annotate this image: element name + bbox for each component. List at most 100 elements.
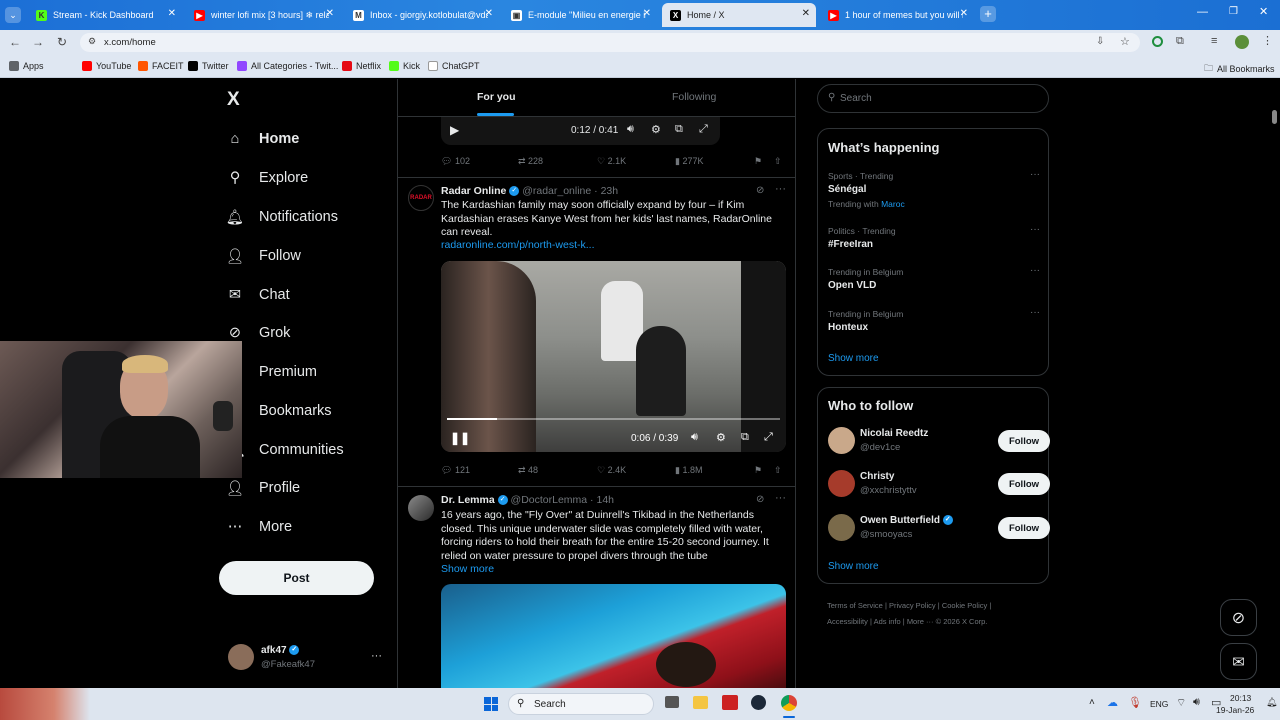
- close-tab-icon[interactable]: ✕: [802, 8, 810, 19]
- bookmark-item[interactable]: YouTube: [82, 61, 131, 71]
- bookmark-item[interactable]: FACEIT: [138, 61, 184, 71]
- volume-tray-icon[interactable]: 🔊︎: [1193, 696, 1200, 709]
- menu-icon[interactable]: ⋮: [1262, 34, 1273, 47]
- browser-tab[interactable]: X Home / X ✕: [662, 3, 816, 27]
- footer-ads[interactable]: Ads info: [874, 617, 901, 626]
- back-icon[interactable]: ←: [9, 35, 21, 49]
- puzzle-icon[interactable]: ⧉: [1176, 35, 1184, 48]
- trend-item[interactable]: Trending in Belgium Open VLD ···: [828, 265, 1040, 291]
- browser-tab[interactable]: ▣ E-module "Milieu en energie in ✕: [503, 3, 657, 27]
- bookmark-item[interactable]: Twitter: [188, 61, 229, 71]
- suggestion-name[interactable]: Nicolai Reedtz: [860, 428, 928, 439]
- repost-button[interactable]: ⇄ 48: [518, 465, 538, 476]
- grok-icon[interactable]: ⊘: [756, 185, 764, 196]
- chrome-icon[interactable]: [781, 695, 797, 711]
- tweet-avatar[interactable]: [408, 495, 434, 521]
- close-tab-icon[interactable]: ✕: [168, 8, 176, 19]
- address-bar[interactable]: ⚙ x.com/home ⇩ ☆: [80, 33, 1140, 52]
- tweet-handle-time[interactable]: @radar_online · 23h: [522, 185, 618, 197]
- tab-for-you[interactable]: For you: [477, 91, 516, 103]
- messages-float-button[interactable]: ✉: [1220, 643, 1257, 680]
- bookmark-item[interactable]: ChatGPT: [428, 61, 480, 71]
- show-more-link[interactable]: Show more: [828, 353, 879, 364]
- clock-date[interactable]: 19-Jan-26: [1216, 705, 1254, 715]
- suggestion-name[interactable]: Christy: [860, 471, 894, 482]
- close-tab-icon[interactable]: ✕: [643, 8, 651, 19]
- tweet-author[interactable]: Dr. Lemma: [441, 494, 495, 506]
- maximize-button[interactable]: ❐: [1229, 6, 1238, 17]
- minimize-button[interactable]: —: [1197, 6, 1208, 18]
- start-icon[interactable]: [484, 697, 498, 711]
- network-tray-icon[interactable]: ☁: [1107, 696, 1118, 709]
- tweet-more-icon[interactable]: ···: [775, 492, 786, 504]
- install-icon[interactable]: ⇩: [1096, 36, 1104, 47]
- tweet-video[interactable]: [441, 584, 786, 688]
- tray-chevron-icon[interactable]: ˄: [1089, 697, 1095, 708]
- suggestion-name[interactable]: Owen Butterfield: [860, 515, 940, 526]
- tab-search-button[interactable]: ⌄: [5, 7, 21, 23]
- trend-more-icon[interactable]: ···: [1030, 265, 1040, 276]
- reload-icon[interactable]: ↻: [57, 35, 67, 49]
- tweet-avatar[interactable]: RADAR: [408, 185, 434, 211]
- browser-tab[interactable]: M Inbox - giorgiy.kotlobulat@vda ✕: [345, 3, 499, 27]
- play-icon[interactable]: ▶: [450, 123, 459, 137]
- tweet[interactable]: RADAR Radar Online ✓ @radar_online · 23h…: [398, 178, 795, 488]
- account-more-icon[interactable]: ···: [371, 650, 382, 662]
- bookmark-icon[interactable]: ⚑: [754, 465, 762, 476]
- sidebar-item-home[interactable]: ⌂ Home: [226, 130, 300, 148]
- footer-more[interactable]: More ···: [907, 617, 934, 626]
- forward-icon[interactable]: →: [32, 35, 44, 49]
- show-more-link[interactable]: Show more: [441, 563, 494, 575]
- tweet-more-icon[interactable]: ···: [775, 183, 786, 195]
- close-window-button[interactable]: ✕: [1259, 5, 1268, 18]
- search-box[interactable]: ⚲ Search: [817, 84, 1049, 113]
- sidebar-item-profile[interactable]: 👤︎ Profile: [226, 479, 300, 497]
- follow-button[interactable]: Follow: [998, 473, 1050, 495]
- browser-tab[interactable]: K Stream - Kick Dashboard ✕: [28, 3, 182, 27]
- mic-tray-icon[interactable]: 🎙︎: [1128, 696, 1142, 709]
- all-bookmarks[interactable]: 🗀︎ All Bookmarks: [1204, 61, 1275, 77]
- pause-icon[interactable]: ❚❚: [450, 431, 470, 445]
- show-more-link[interactable]: Show more: [828, 561, 879, 572]
- suggestion-avatar[interactable]: [828, 470, 855, 497]
- sidebar-item-chat[interactable]: ✉ Chat: [226, 286, 290, 304]
- trend-item[interactable]: Sports · Trending Sénégal ··· Trending with…: [828, 169, 1040, 209]
- tweet[interactable]: Dr. Lemma ✓ @DoctorLemma · 14h ⊘ ··· 16 …: [398, 487, 795, 688]
- follow-suggestion[interactable]: Christy @xxchristyttv Follow: [828, 469, 1050, 499]
- footer-cookie[interactable]: Cookie Policy: [942, 601, 987, 610]
- steam-icon[interactable]: [751, 695, 766, 710]
- trend-item[interactable]: Trending in Belgium Honteux ···: [828, 307, 1040, 333]
- sidebar-item-follow[interactable]: 👤︎ Follow: [226, 247, 301, 265]
- tweet-video[interactable]: ❚❚ 0:06 / 0:39 🔊︎ ⚙ ⧉ ⤢: [441, 261, 786, 452]
- fullscreen-icon[interactable]: ⤢: [764, 431, 773, 444]
- site-info-icon[interactable]: ⚙: [88, 36, 96, 47]
- sidebar-item-more[interactable]: ⋯ More: [226, 518, 292, 536]
- grok-float-button[interactable]: ⊘: [1220, 599, 1257, 636]
- weather-widget[interactable]: [0, 688, 90, 720]
- follow-suggestion[interactable]: Nicolai Reedtz @dev1ce Follow: [828, 426, 1050, 456]
- settings-icon[interactable]: ⚙: [651, 123, 661, 136]
- sidebar-item-notifications[interactable]: 🔔︎ Notifications: [226, 208, 338, 226]
- like-button[interactable]: ♡ 2.1K: [597, 156, 626, 167]
- wifi-icon[interactable]: ⌔: [1176, 696, 1186, 710]
- tweet-handle-time[interactable]: @DoctorLemma · 14h: [511, 494, 614, 506]
- sidebar-item-communities[interactable]: 👥︎Communities: [226, 441, 344, 459]
- pip-icon[interactable]: ⧉: [675, 123, 683, 136]
- tweet-author[interactable]: Radar Online: [441, 185, 506, 197]
- bookmark-item[interactable]: All Categories - Twit...: [237, 61, 338, 71]
- reply-button[interactable]: 💬︎ 121: [441, 465, 470, 476]
- views-button[interactable]: ▮ 277K: [675, 156, 703, 167]
- bookmark-item[interactable]: Apps: [9, 61, 44, 71]
- repost-button[interactable]: ⇄ 228: [518, 156, 543, 167]
- views-button[interactable]: ▮ 1.8M: [675, 465, 702, 476]
- browser-tab[interactable]: ▶ 1 hour of memes but you will la ✕: [820, 3, 974, 27]
- profile-avatar[interactable]: [1235, 35, 1249, 49]
- trend-more-icon[interactable]: ···: [1030, 307, 1040, 318]
- sidebar-item-explore[interactable]: ⚲ Explore: [226, 169, 308, 187]
- close-tab-icon[interactable]: ✕: [326, 8, 334, 19]
- tab-following[interactable]: Following: [672, 91, 716, 103]
- bookmark-icon[interactable]: ⚑: [754, 156, 762, 167]
- page-scrollbar[interactable]: [1272, 110, 1277, 124]
- language-indicator[interactable]: ENG: [1150, 699, 1168, 709]
- footer-terms[interactable]: Terms of Service: [827, 601, 883, 610]
